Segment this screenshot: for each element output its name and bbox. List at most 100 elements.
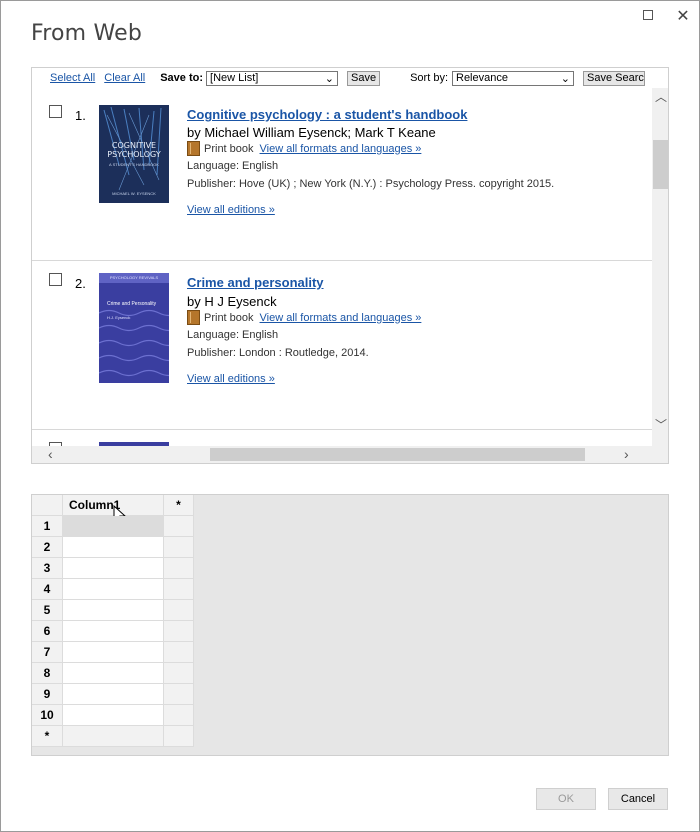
cover-title: COGNITIVE PSYCHOLOGY xyxy=(107,141,161,159)
result-language: Language: English xyxy=(187,329,279,341)
grid-cell[interactable] xyxy=(63,537,164,558)
chevron-up-icon[interactable]: ︿ xyxy=(655,91,667,103)
horizontal-scrollbar[interactable]: ‹ › xyxy=(32,446,668,463)
grid-corner[interactable] xyxy=(32,495,63,516)
cover-title: Crime and Personality xyxy=(107,301,157,307)
grid-cell-extra[interactable] xyxy=(164,600,194,621)
grid-cell[interactable] xyxy=(63,516,164,537)
book-cover-image[interactable]: COGNITIVE PSYCHOLOGY A STUDENT'S HANDBOO… xyxy=(99,105,169,203)
sort-by-value: Relevance xyxy=(456,72,508,84)
chevron-down-icon[interactable]: ﹀ xyxy=(655,419,667,431)
grid-cell[interactable] xyxy=(63,600,164,621)
save-button[interactable]: Save xyxy=(347,70,381,86)
grid-cell-extra[interactable] xyxy=(164,579,194,600)
grid-cell[interactable] xyxy=(63,621,164,642)
grid-cell[interactable] xyxy=(63,705,164,726)
chevron-left-icon[interactable]: ‹ xyxy=(48,447,53,461)
result-publisher: Publisher: London : Routledge, 2014. xyxy=(187,347,369,359)
cancel-button[interactable]: Cancel xyxy=(608,788,668,810)
save-to-select[interactable]: [New List] ⌄ xyxy=(206,70,339,86)
row-header[interactable]: 8 xyxy=(32,663,63,684)
row-header[interactable]: 6 xyxy=(32,621,63,642)
result-format: Print book View all formats and language… xyxy=(187,141,421,156)
result-item: 1. COGNITIVE PSYCHOLOGY A STUDENT'S HAND… xyxy=(32,88,652,261)
view-editions-link[interactable]: View all editions » xyxy=(187,373,275,385)
result-format: Print book View all formats and language… xyxy=(187,310,421,325)
save-to-label: Save to: xyxy=(160,72,204,84)
row-header[interactable]: 4 xyxy=(32,579,63,600)
cover-authors: H.J. Eysenck xyxy=(107,315,131,320)
horizontal-scroll-thumb[interactable] xyxy=(210,448,585,461)
grid-cell-extra[interactable] xyxy=(164,558,194,579)
grid-cell[interactable] xyxy=(63,579,164,600)
book-cover-image[interactable]: PSYCHOLOGY REVIVALS Crime and Personalit… xyxy=(99,273,169,383)
grid-cell[interactable] xyxy=(63,642,164,663)
cover-series: PSYCHOLOGY REVIVALS xyxy=(109,275,159,280)
maximize-button[interactable] xyxy=(633,3,663,27)
cover-authors: MICHAEL W. EYSENCK xyxy=(112,191,156,196)
row-header[interactable]: 1 xyxy=(32,516,63,537)
grid-cell-extra[interactable] xyxy=(164,705,194,726)
grid-cell-extra[interactable] xyxy=(164,516,194,537)
grid-cell-extra[interactable] xyxy=(164,621,194,642)
grid-cell-extra[interactable] xyxy=(164,642,194,663)
maximize-icon xyxy=(643,10,653,20)
new-row-header[interactable]: * xyxy=(32,726,63,747)
result-number: 2. xyxy=(75,276,86,291)
result-author: by H J Eysenck xyxy=(187,294,277,309)
row-header[interactable]: 5 xyxy=(32,600,63,621)
grid-cell[interactable] xyxy=(63,684,164,705)
result-language: Language: English xyxy=(187,160,279,172)
result-number: 1. xyxy=(75,108,86,123)
grid-cell-extra[interactable] xyxy=(164,726,194,747)
row-header[interactable]: 7 xyxy=(32,642,63,663)
result-title-link[interactable]: Cognitive psychology : a student's handb… xyxy=(187,107,467,122)
formats-languages-link[interactable]: View all formats and languages » xyxy=(260,143,422,155)
add-column-label: * xyxy=(176,498,181,512)
data-preview-grid: Column1 * 1 2 3 4 5 6 7 8 9 10 * xyxy=(31,494,669,756)
grid-cell[interactable] xyxy=(63,663,164,684)
format-label: Print book xyxy=(204,311,254,324)
grid-cell[interactable] xyxy=(63,726,164,747)
view-editions-link[interactable]: View all editions » xyxy=(187,204,275,216)
dialog-title: From Web xyxy=(31,21,143,46)
formats-languages-link[interactable]: View all formats and languages » xyxy=(260,312,422,324)
clear-all-link[interactable]: Clear All xyxy=(104,72,145,84)
book-icon xyxy=(187,310,200,325)
select-all-link[interactable]: Select All xyxy=(50,72,95,84)
grid-cell-extra[interactable] xyxy=(164,537,194,558)
chevron-right-icon[interactable]: › xyxy=(624,447,629,461)
grid-cell[interactable] xyxy=(63,558,164,579)
result-item: 2. PSYCHOLOGY REVIVALS Crime and Persona… xyxy=(32,261,652,430)
sort-by-label: Sort by: xyxy=(410,72,448,84)
web-view: Select All Clear All Save to: [New List]… xyxy=(31,67,669,464)
cover-subtitle: A STUDENT'S HANDBOOK xyxy=(109,162,159,167)
from-web-dialog: From Web ✕ Select All Clear All Save to:… xyxy=(0,0,700,832)
sort-by-select[interactable]: Relevance ⌄ xyxy=(452,70,574,86)
results-list: 1. COGNITIVE PSYCHOLOGY A STUDENT'S HAND… xyxy=(32,88,652,447)
row-header[interactable]: 10 xyxy=(32,705,63,726)
result-publisher: Publisher: Hove (UK) ; New York (N.Y.) :… xyxy=(187,178,555,190)
book-cover-art xyxy=(99,273,169,383)
vertical-scroll-thumb[interactable] xyxy=(653,140,668,189)
ok-button[interactable]: OK xyxy=(536,788,596,810)
chevron-down-icon: ⌄ xyxy=(560,72,570,85)
close-button[interactable]: ✕ xyxy=(668,3,698,27)
close-icon: ✕ xyxy=(676,5,690,25)
row-header[interactable]: 9 xyxy=(32,684,63,705)
grid-cell-extra[interactable] xyxy=(164,663,194,684)
result-title-link[interactable]: Crime and personality xyxy=(187,275,324,290)
add-column-header[interactable]: * xyxy=(164,495,194,516)
results-toolbar: Select All Clear All Save to: [New List]… xyxy=(32,68,652,88)
save-search-button[interactable]: Save Searc xyxy=(583,70,645,86)
format-label: Print book xyxy=(204,142,254,155)
result-checkbox[interactable] xyxy=(49,105,62,118)
result-checkbox[interactable] xyxy=(49,273,62,286)
save-to-value: [New List] xyxy=(210,72,259,84)
row-header[interactable]: 3 xyxy=(32,558,63,579)
vertical-scrollbar[interactable]: ︿ ﹀ xyxy=(652,88,668,447)
grid-cell-extra[interactable] xyxy=(164,684,194,705)
chevron-down-icon: ⌄ xyxy=(324,72,335,85)
row-header[interactable]: 2 xyxy=(32,537,63,558)
book-icon xyxy=(187,141,200,156)
